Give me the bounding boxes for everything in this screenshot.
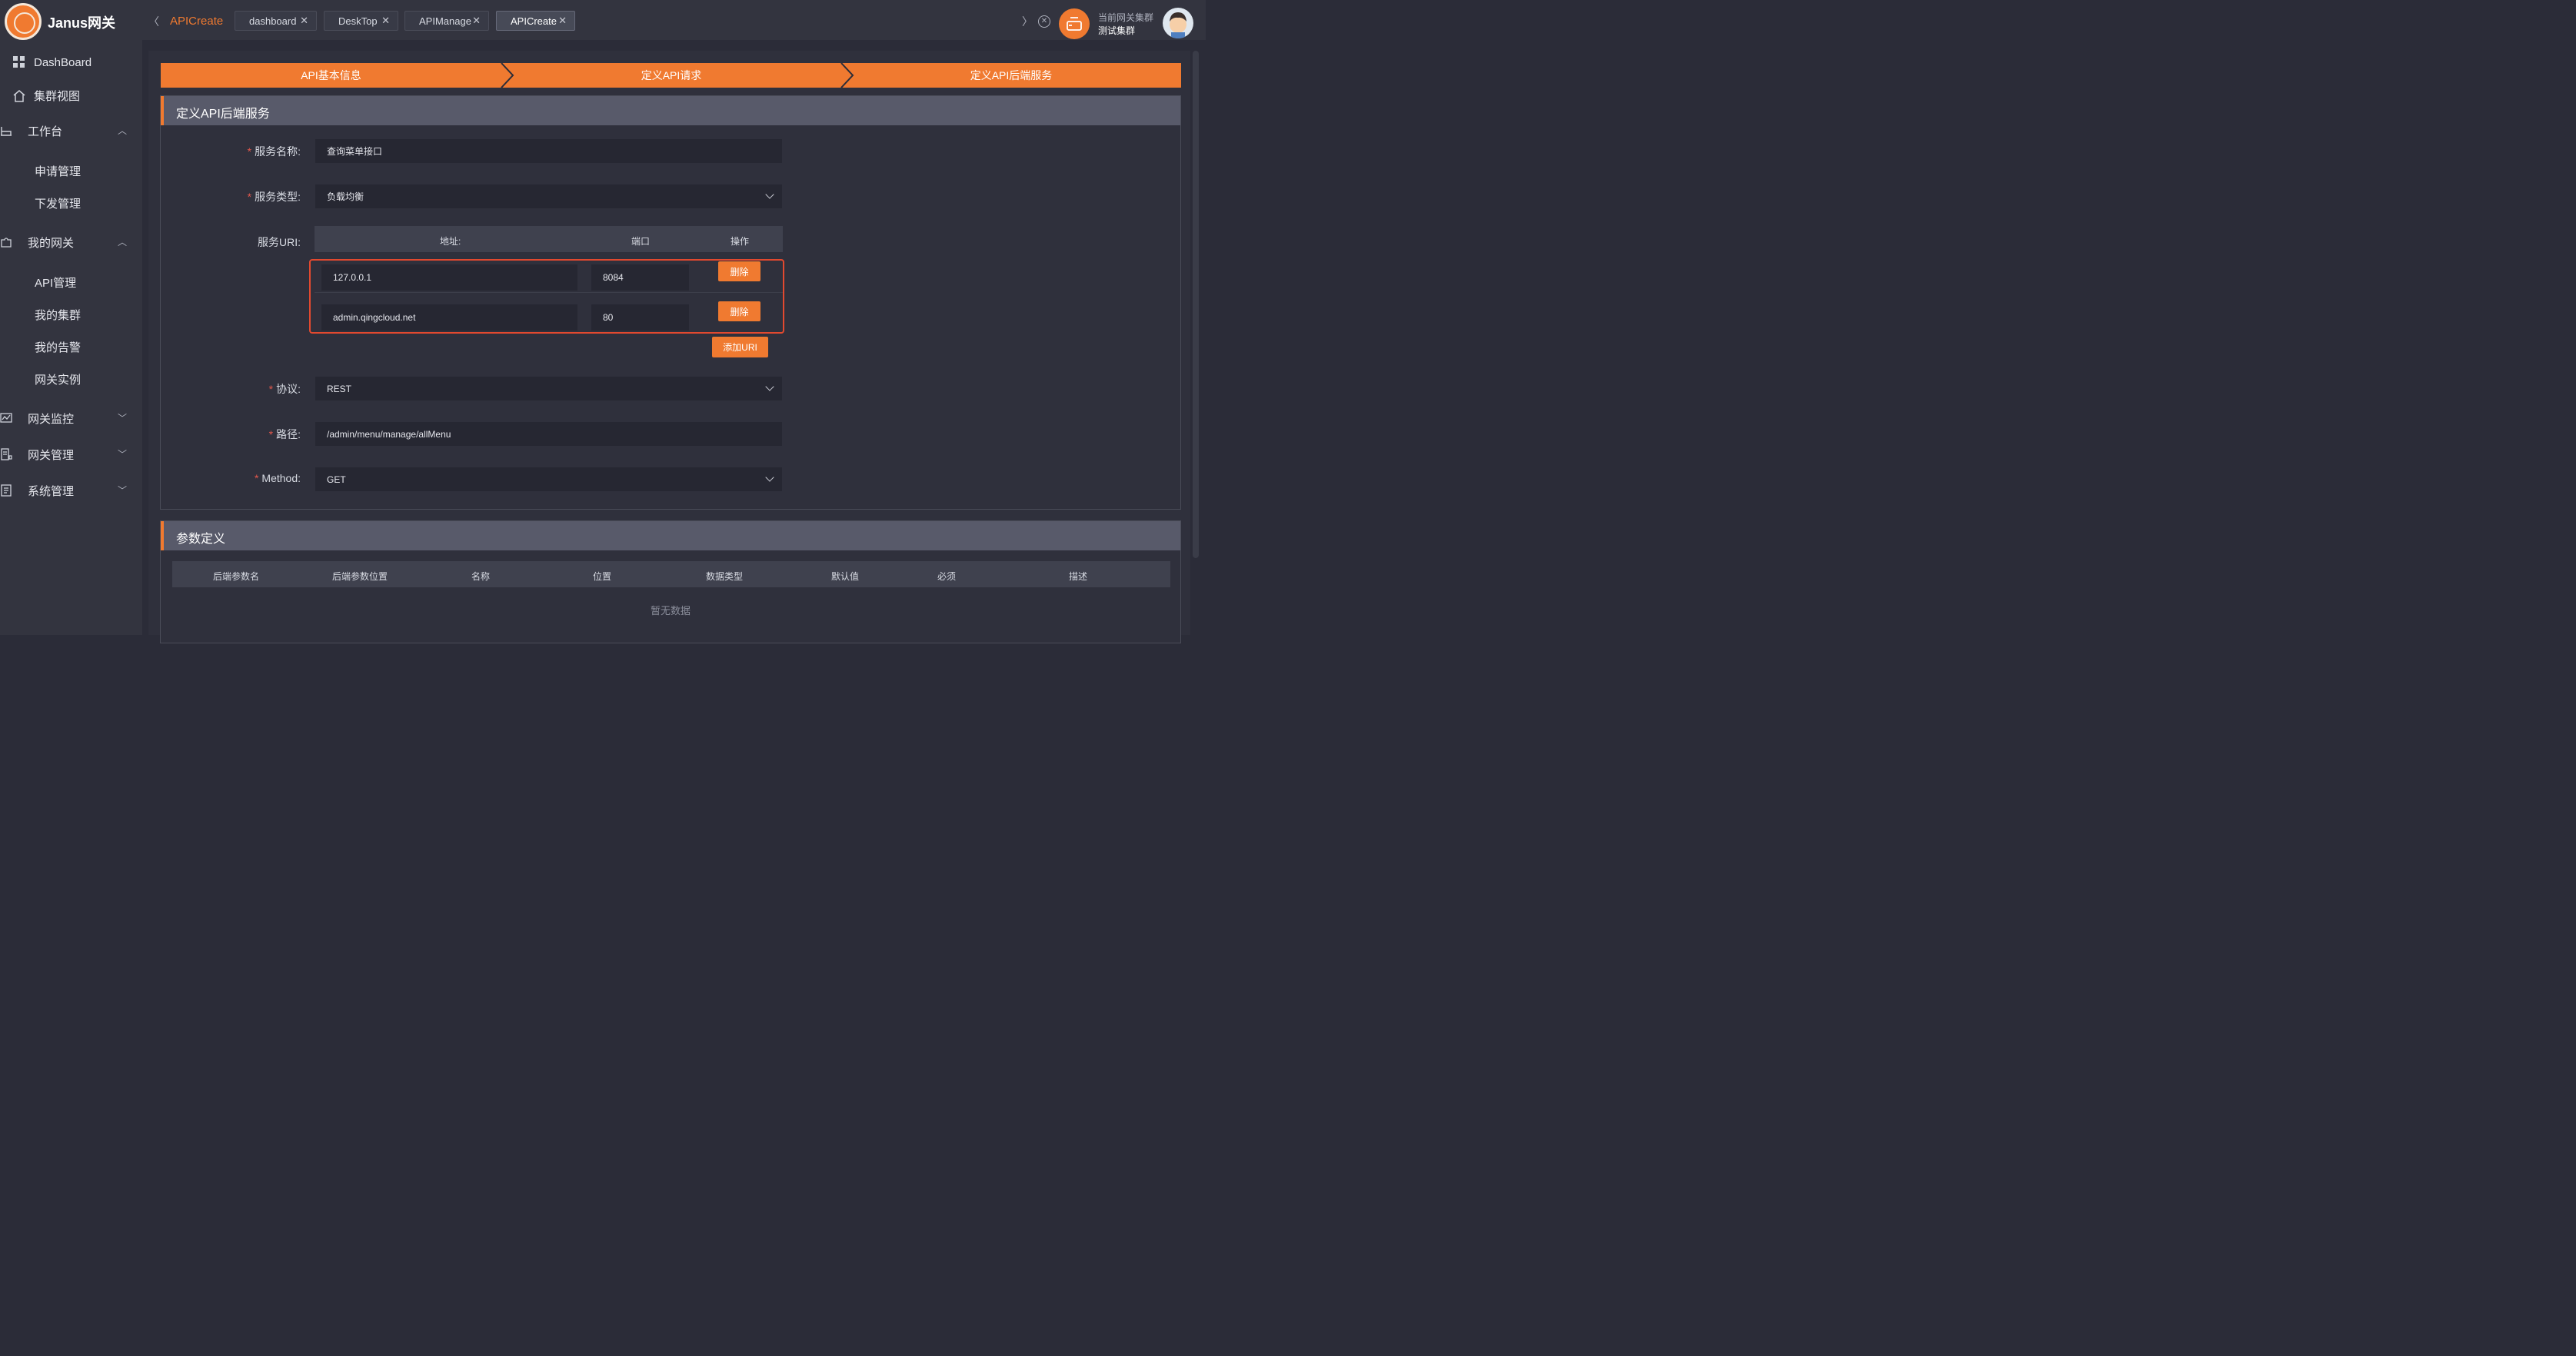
tab-apicreate[interactable]: APICreate ✕ <box>496 11 575 31</box>
steps-bar: API基本信息 定义API请求 定义API后端服务 <box>161 63 1181 88</box>
empty-state-text: 暂无数据 <box>651 605 691 617</box>
uri-col-address: 地址: <box>440 236 461 247</box>
panel-header: 定义API后端服务 <box>161 96 1180 125</box>
tab-desktop[interactable]: DeskTop ✕ <box>324 11 398 31</box>
tab-apimanage[interactable]: APIManage ✕ <box>404 11 489 31</box>
param-col-backend-name: 后端参数名 <box>213 571 260 582</box>
chevron-down-icon: ﹀ <box>117 449 127 460</box>
uri-col-action: 操作 <box>731 236 750 247</box>
step-api-basic-info[interactable]: API基本信息 <box>161 63 501 88</box>
chevron-down-icon <box>765 473 774 482</box>
sidebar-item-my-cluster[interactable]: 我的集群 <box>35 307 81 323</box>
close-all-tabs-icon[interactable]: ✕ <box>1038 15 1050 28</box>
home-icon <box>12 89 26 103</box>
puzzle-icon <box>0 236 12 248</box>
param-col-backend-position: 后端参数位置 <box>332 571 388 582</box>
cluster-label: 当前网关集群 <box>1098 12 1154 23</box>
sidebar-group-label: 系统管理 <box>28 484 75 498</box>
close-icon[interactable]: ✕ <box>472 15 481 27</box>
chevron-down-icon <box>765 382 774 391</box>
protocol-select[interactable]: REST <box>315 376 783 401</box>
monitor-icon <box>0 412 12 424</box>
sidebar-group-system-manage[interactable]: 系统管理 ﹀ <box>0 479 142 502</box>
tab-label: DeskTop <box>338 15 378 27</box>
sidebar-item-dashboard[interactable]: DashBoard <box>12 55 92 69</box>
chevron-down-icon: ﹀ <box>117 413 127 424</box>
close-icon[interactable]: ✕ <box>558 15 567 27</box>
cluster-router-icon[interactable] <box>1059 8 1090 39</box>
method-value: GET <box>327 474 346 485</box>
vertical-scrollbar[interactable] <box>1193 51 1199 558</box>
sidebar-group-gateway-manage[interactable]: 网关管理 ﹀ <box>0 443 142 466</box>
grid-icon <box>12 55 26 69</box>
chevron-down-icon <box>765 190 774 199</box>
cluster-name[interactable]: 测试集群 <box>1098 24 1135 37</box>
service-name-input[interactable]: 查询菜单接口 <box>315 138 783 164</box>
tabs-scroll-left-icon[interactable]: 〈 <box>148 14 159 29</box>
close-icon[interactable]: ✕ <box>381 15 390 27</box>
step-define-backend-service[interactable]: 定义API后端服务 <box>841 63 1181 88</box>
panel-title: 参数定义 <box>176 533 226 546</box>
current-page-title: APICreate <box>170 15 224 28</box>
service-uri-label: 服务URI: <box>258 236 301 248</box>
workbench-icon <box>0 125 12 137</box>
method-select[interactable]: GET <box>315 467 783 492</box>
sidebar-item-cluster-view[interactable]: 集群视图 <box>12 88 80 104</box>
sidebar-group-label: 网关管理 <box>28 448 75 462</box>
param-col-default: 默认值 <box>831 571 860 582</box>
add-uri-button[interactable]: 添加URI <box>712 337 768 357</box>
sidebar-group-workbench[interactable]: 工作台 ︿ <box>0 119 142 142</box>
sidebar-item-api-manage[interactable]: API管理 <box>35 274 76 291</box>
sidebar-item-my-alerts[interactable]: 我的告警 <box>35 339 81 355</box>
protocol-label: * 协议: <box>268 383 301 395</box>
sidebar-item-gateway-instance[interactable]: 网关实例 <box>35 371 81 387</box>
brand-name: Janus网关 <box>48 15 116 31</box>
chevron-up-icon: ︿ <box>117 125 127 136</box>
sidebar-item-label: DashBoard <box>34 55 92 69</box>
tab-label: APICreate <box>511 15 557 27</box>
uri-col-port: 端口 <box>631 236 651 247</box>
user-avatar[interactable] <box>1163 8 1193 38</box>
sidebar-group-label: 网关监控 <box>28 412 75 426</box>
service-name-label: * 服务名称: <box>247 145 301 158</box>
tabs-scroll-right-icon[interactable]: 〉 <box>1022 14 1033 29</box>
chevron-down-icon: ﹀ <box>117 485 127 496</box>
uri-table-header: 地址: 端口 操作 <box>315 226 783 252</box>
service-type-select[interactable]: 负载均衡 <box>315 184 783 209</box>
sidebar-item-label: 集群视图 <box>34 90 81 103</box>
close-icon[interactable]: ✕ <box>300 15 308 27</box>
panel-title: 定义API后端服务 <box>176 108 270 121</box>
param-col-name: 名称 <box>471 571 491 582</box>
sidebar-group-gateway-monitor[interactable]: 网关监控 ﹀ <box>0 407 142 430</box>
param-col-data-type: 数据类型 <box>706 571 744 582</box>
param-col-position: 位置 <box>593 571 612 582</box>
service-type-label: * 服务类型: <box>247 191 301 203</box>
service-type-value: 负载均衡 <box>327 191 364 202</box>
step-define-api-request[interactable]: 定义API请求 <box>501 63 841 88</box>
sidebar-group-my-gateway[interactable]: 我的网关 ︿ <box>0 231 142 254</box>
system-icon <box>0 484 12 497</box>
params-table-header: 后端参数名 后端参数位置 名称 位置 数据类型 默认值 必须 描述 <box>172 561 1170 587</box>
sidebar-item-apply-manage[interactable]: 申请管理 <box>35 163 81 179</box>
path-label: * 路径: <box>268 428 301 440</box>
path-input[interactable]: /admin/menu/manage/allMenu <box>315 421 783 447</box>
sidebar-group-label: 工作台 <box>28 125 63 138</box>
sidebar: Janus网关 DashBoard 集群视图 工作台 ︿ 申请管理 下发管理 我… <box>0 0 142 635</box>
sidebar-item-dispatch-manage[interactable]: 下发管理 <box>35 195 81 211</box>
param-col-description: 描述 <box>1069 571 1088 582</box>
tab-dashboard[interactable]: dashboard ✕ <box>235 11 317 31</box>
chevron-up-icon: ︿ <box>117 237 127 248</box>
method-label: * Method: <box>254 472 301 484</box>
gateway-manage-icon <box>0 448 12 460</box>
param-col-required: 必须 <box>937 571 957 582</box>
tab-label: APIManage <box>419 15 471 27</box>
panel-header: 参数定义 <box>161 521 1180 550</box>
protocol-value: REST <box>327 383 352 394</box>
uri-rows-highlight <box>309 259 784 334</box>
brand-logo <box>5 3 42 40</box>
tab-label: dashboard <box>249 15 297 27</box>
sidebar-group-label: 我的网关 <box>28 236 75 250</box>
